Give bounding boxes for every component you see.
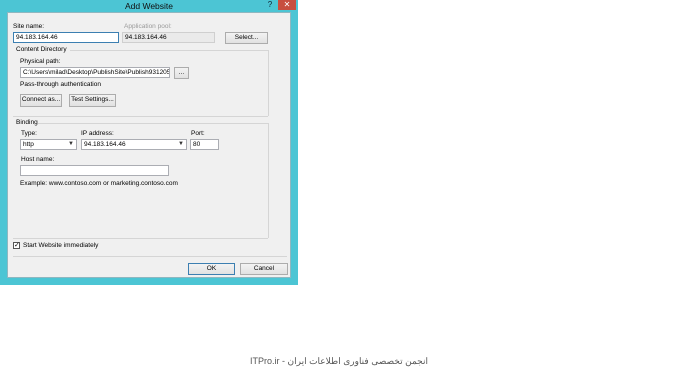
pass-through-label: Pass-through authentication <box>20 81 101 88</box>
binding-type-select[interactable]: http ▼ <box>20 139 77 150</box>
app-pool-label: Application pool: <box>124 23 172 30</box>
start-website-label: Start Website immediately <box>23 242 99 249</box>
chevron-down-icon: ▼ <box>68 141 74 147</box>
port-label: Port: <box>191 130 205 137</box>
start-website-checkbox[interactable]: ✓ <box>13 242 20 249</box>
help-button[interactable]: ? <box>264 0 276 10</box>
app-pool-field: 94.183.164.46 <box>122 32 215 43</box>
site-name-label: Site name: <box>13 23 45 30</box>
chevron-down-icon: ▼ <box>178 141 184 147</box>
binding-group-label: Binding <box>16 119 38 126</box>
binding-top-border <box>38 123 268 124</box>
binding-type-value: http <box>23 141 34 148</box>
host-name-input[interactable] <box>20 165 169 176</box>
type-label: Type: <box>21 130 37 137</box>
binding-right-border <box>268 123 269 238</box>
host-name-example-text: Example: www.contoso.com or marketing.co… <box>20 180 178 187</box>
footer-separator <box>13 256 287 257</box>
close-button[interactable]: ✕ <box>278 0 296 10</box>
cancel-button[interactable]: Cancel <box>240 263 288 275</box>
title-bar[interactable]: Add Website ? ✕ <box>0 0 298 12</box>
physical-path-label: Physical path: <box>20 58 61 65</box>
port-input[interactable]: 80 <box>190 139 219 150</box>
ip-address-value: 94.183.164.46 <box>84 141 126 148</box>
connect-as-button[interactable]: Connect as... <box>20 94 62 107</box>
physical-path-input[interactable]: C:\Users\milad\Desktop\PublishSite\Publi… <box>20 67 170 78</box>
content-directory-group-label: Content Directory <box>16 46 67 53</box>
add-website-dialog: Add Website ? ✕ Site name: 94.183.164.46… <box>0 0 298 285</box>
dialog-title: Add Website <box>124 1 174 11</box>
host-name-label: Host name: <box>21 156 55 163</box>
browse-path-button[interactable]: ... <box>174 67 189 79</box>
watermark-text: ITPro.ir - انجمن تخصصی فناوری اطلاعات ای… <box>250 356 428 366</box>
content-directory-right-border <box>268 50 269 116</box>
content-directory-top-border <box>70 50 268 51</box>
site-name-input[interactable]: 94.183.164.46 <box>13 32 119 43</box>
ip-address-label: IP address: <box>81 130 114 137</box>
select-app-pool-button[interactable]: Select... <box>225 32 268 44</box>
dialog-client-area: Site name: 94.183.164.46 Application poo… <box>7 12 291 278</box>
ok-button[interactable]: OK <box>188 263 235 275</box>
ip-address-select[interactable]: 94.183.164.46 ▼ <box>81 139 187 150</box>
binding-bottom-border <box>13 238 268 239</box>
test-settings-button[interactable]: Test Settings... <box>69 94 116 107</box>
content-directory-bottom-border <box>13 116 268 117</box>
